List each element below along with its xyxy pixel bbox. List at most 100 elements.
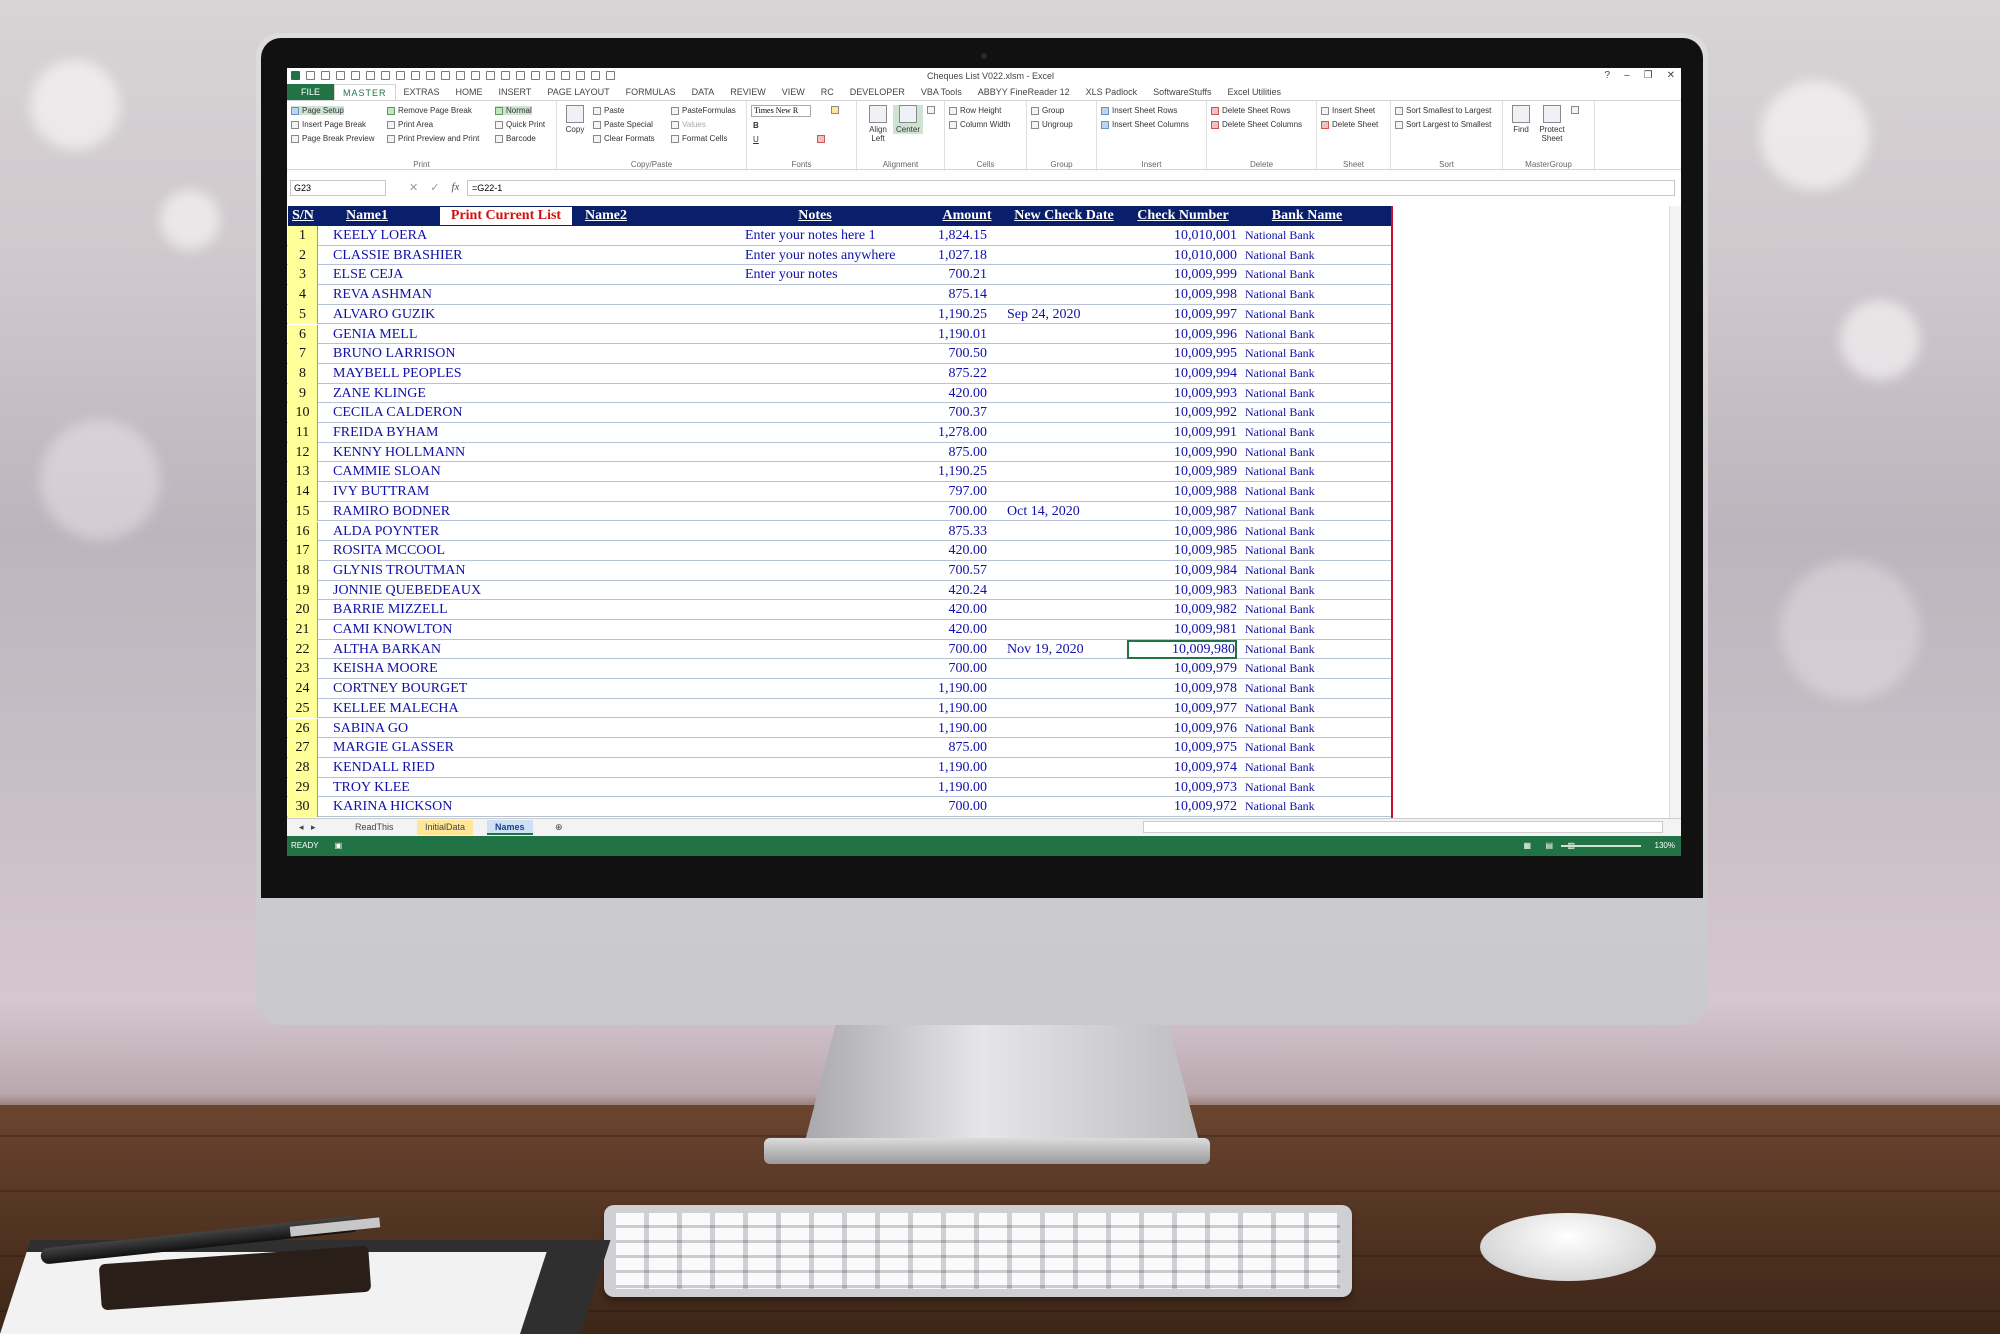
- cell-name[interactable]: GLYNIS TROUTMAN: [333, 561, 533, 581]
- tab-view[interactable]: VIEW: [774, 84, 813, 100]
- page-break-preview-button[interactable]: Page Break Preview: [291, 134, 374, 143]
- cell-check[interactable]: 10,009,975: [1127, 738, 1237, 758]
- cell-bank[interactable]: National Bank: [1245, 462, 1355, 482]
- cell-check[interactable]: 10,009,983: [1127, 581, 1237, 601]
- cell-amount[interactable]: 420.00: [887, 384, 988, 404]
- print-area-button[interactable]: Print Area: [387, 120, 433, 129]
- cell-check[interactable]: 10,009,993: [1127, 384, 1237, 404]
- cell-bank[interactable]: National Bank: [1245, 384, 1355, 404]
- tab-softwarestuffs[interactable]: SoftwareStuffs: [1145, 84, 1219, 100]
- cell-amount[interactable]: 700.50: [887, 344, 988, 364]
- print-icon[interactable]: [381, 71, 390, 80]
- cell-check[interactable]: 10,009,987: [1127, 502, 1237, 522]
- cell-date[interactable]: Sep 24, 2020: [1007, 305, 1117, 325]
- cell-sn[interactable]: 28: [288, 757, 318, 778]
- cell-name[interactable]: ALDA POYNTER: [333, 522, 533, 542]
- cell-date[interactable]: [1007, 364, 1117, 384]
- format-icon[interactable]: [411, 71, 420, 80]
- insert-sheet-columns-button[interactable]: Insert Sheet Columns: [1101, 120, 1189, 129]
- cell-check[interactable]: 10,009,989: [1127, 462, 1237, 482]
- page-layout-view-icon[interactable]: ▤: [1545, 836, 1553, 856]
- cell-name[interactable]: SABINA GO: [333, 719, 533, 739]
- cell-amount[interactable]: 1,278.00: [887, 423, 987, 443]
- cell-name[interactable]: BRUNO LARRISON: [333, 344, 533, 364]
- cell-amount[interactable]: 420.24: [887, 581, 988, 601]
- insert-sheet-rows-button[interactable]: Insert Sheet Rows: [1101, 106, 1177, 115]
- tab-file[interactable]: FILE: [287, 84, 335, 100]
- ungroup-button[interactable]: Ungroup: [1031, 120, 1073, 129]
- cell-sn[interactable]: 26: [288, 718, 318, 739]
- font-color-button[interactable]: [817, 135, 825, 143]
- cell-check[interactable]: 10,009,991: [1127, 423, 1237, 443]
- cell-date[interactable]: Oct 14, 2020: [1007, 502, 1117, 522]
- tab-abbyy[interactable]: ABBYY FineReader 12: [970, 84, 1078, 100]
- header-bank-name[interactable]: Bank Name: [1248, 206, 1366, 226]
- merge-icon[interactable]: [501, 71, 510, 80]
- cell-date[interactable]: [1007, 778, 1117, 798]
- cell-amount[interactable]: 1,190.00: [887, 778, 987, 798]
- cell-date[interactable]: [1007, 246, 1117, 266]
- remove-page-break-button[interactable]: Remove Page Break: [387, 106, 472, 115]
- cell-name[interactable]: RAMIRO BODNER: [333, 502, 533, 522]
- tab-extras[interactable]: EXTRAS: [396, 84, 448, 100]
- cell-amount[interactable]: 1,190.01: [887, 325, 987, 345]
- undo-icon[interactable]: [351, 71, 360, 80]
- tab-names[interactable]: Names: [487, 820, 533, 835]
- help-button[interactable]: ?: [1605, 70, 1611, 81]
- cell-check[interactable]: 10,009,986: [1127, 522, 1237, 542]
- sort-descending-button[interactable]: Sort Largest to Smallest: [1395, 120, 1491, 129]
- cell-check[interactable]: 10,009,980: [1127, 639, 1237, 660]
- cell-sn[interactable]: 3: [288, 265, 318, 286]
- cell-name[interactable]: IVY BUTTRAM: [333, 482, 533, 502]
- fill-color-button[interactable]: [831, 106, 839, 114]
- cell-bank[interactable]: National Bank: [1245, 679, 1355, 699]
- cell-date[interactable]: [1007, 581, 1117, 601]
- cell-amount[interactable]: 875.33: [887, 522, 988, 542]
- format-cells-button[interactable]: Format Cells: [671, 134, 727, 143]
- cell-amount[interactable]: 875.14: [887, 285, 988, 305]
- barcode-button[interactable]: Barcode: [495, 134, 536, 143]
- cell-bank[interactable]: National Bank: [1245, 265, 1355, 285]
- sort-ascending-button[interactable]: Sort Smallest to Largest: [1395, 106, 1491, 115]
- insert-page-break-button[interactable]: Insert Page Break: [291, 120, 366, 129]
- cell-amount[interactable]: 875.00: [887, 738, 988, 758]
- cell-amount[interactable]: 1,190.00: [887, 679, 987, 699]
- align-right-icon[interactable]: [486, 71, 495, 80]
- cell-date[interactable]: [1007, 285, 1117, 305]
- cell-name[interactable]: ALTHA BARKAN: [333, 640, 533, 660]
- copy-icon[interactable]: [441, 71, 450, 80]
- print-current-list-button[interactable]: Print Current List: [440, 207, 572, 225]
- cell-sn[interactable]: 25: [288, 698, 318, 719]
- cell-amount[interactable]: 700.37: [887, 403, 988, 423]
- cell-sn[interactable]: 6: [288, 324, 318, 345]
- delete-icon[interactable]: [516, 71, 525, 80]
- print-preview-button[interactable]: Print Preview and Print: [387, 134, 479, 143]
- header-check-number[interactable]: Check Number: [1128, 206, 1238, 226]
- tab-readthis[interactable]: ReadThis: [347, 820, 402, 835]
- cell-bank[interactable]: National Bank: [1245, 778, 1355, 798]
- cell-bank[interactable]: National Bank: [1245, 403, 1355, 423]
- cell-bank[interactable]: National Bank: [1245, 443, 1355, 463]
- cell-amount[interactable]: 700.00: [887, 502, 988, 522]
- tab-vba-tools[interactable]: VBA Tools: [913, 84, 970, 100]
- row-height-button[interactable]: Row Height: [949, 106, 1001, 115]
- restore-button[interactable]: ❐: [1644, 70, 1653, 81]
- zoom-slider[interactable]: [1561, 845, 1641, 847]
- cell-name[interactable]: CLASSIE BRASHIER: [333, 246, 533, 266]
- cell-date[interactable]: [1007, 344, 1117, 364]
- group-button[interactable]: Group: [1031, 106, 1064, 115]
- cell-date[interactable]: [1007, 522, 1117, 542]
- header-new-check-date[interactable]: New Check Date: [1004, 206, 1124, 226]
- tab-home[interactable]: HOME: [448, 84, 491, 100]
- cell-amount[interactable]: 797.00: [887, 482, 988, 502]
- cell-bank[interactable]: National Bank: [1245, 522, 1355, 542]
- normal-view-icon[interactable]: ▦: [1523, 836, 1531, 856]
- enter-icon[interactable]: ✓: [430, 181, 439, 194]
- cell-check[interactable]: 10,009,982: [1127, 600, 1237, 620]
- cell-date[interactable]: [1007, 719, 1117, 739]
- cell-bank[interactable]: National Bank: [1245, 246, 1355, 266]
- cell-sn[interactable]: 13: [288, 462, 318, 483]
- cell-sn[interactable]: 11: [288, 423, 318, 443]
- cell-date[interactable]: [1007, 462, 1117, 482]
- save-as-icon[interactable]: [336, 71, 345, 80]
